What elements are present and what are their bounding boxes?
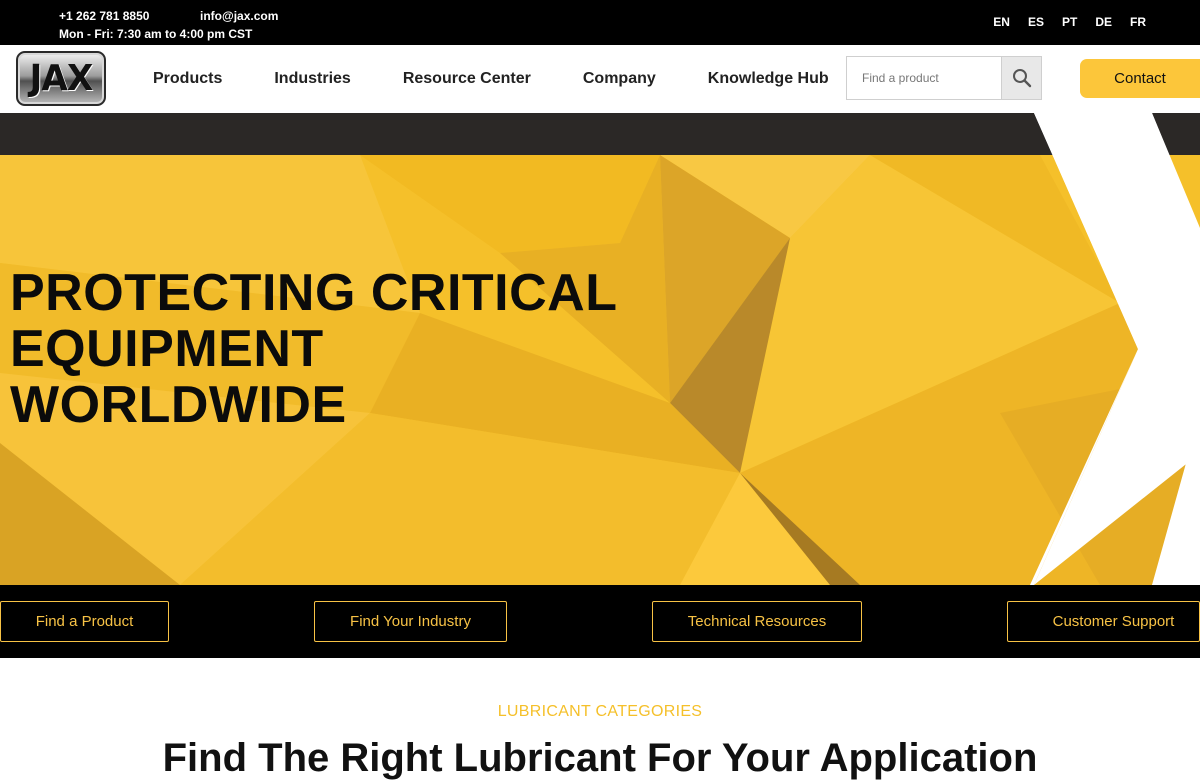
phone-number[interactable]: +1 262 781 8850 — [59, 7, 200, 25]
hero-headline: PROTECTING CRITICAL EQUIPMENT WORLDWIDE — [10, 265, 617, 433]
top-info-bar: +1 262 781 8850 info@jax.com Mon - Fri: … — [0, 0, 1200, 45]
lubricant-categories-section: LUBRICANT CATEGORIES Find The Right Lubr… — [0, 658, 1200, 780]
product-search — [846, 56, 1042, 100]
nav-knowledge-hub[interactable]: Knowledge Hub — [708, 70, 829, 88]
hero-headline-line-1: PROTECTING CRITICAL — [10, 264, 618, 322]
main-nav: Products Industries Resource Center Comp… — [153, 45, 829, 113]
lang-es[interactable]: ES — [1028, 15, 1044, 29]
customer-support-button[interactable]: Customer Support — [1007, 601, 1200, 642]
nav-products[interactable]: Products — [153, 70, 222, 88]
search-icon — [1012, 69, 1031, 88]
hero-headline-line-2: EQUIPMENT — [10, 320, 324, 378]
hero-headline-line-3: WORLDWIDE — [10, 376, 347, 434]
main-header: JAX Products Industries Resource Center … — [0, 45, 1200, 113]
email-address[interactable]: info@jax.com — [200, 7, 278, 25]
lang-de[interactable]: DE — [1095, 15, 1112, 29]
find-industry-button[interactable]: Find Your Industry — [314, 601, 507, 642]
contact-button[interactable]: Contact — [1080, 59, 1200, 98]
lang-fr[interactable]: FR — [1130, 15, 1146, 29]
quick-links-bar: Find a Product Find Your Industry Techni… — [0, 585, 1200, 658]
logo-text: JAX — [29, 58, 94, 99]
technical-resources-button[interactable]: Technical Resources — [652, 601, 862, 642]
lang-en[interactable]: EN — [993, 15, 1010, 29]
find-product-button[interactable]: Find a Product — [0, 601, 169, 642]
nav-industries[interactable]: Industries — [274, 70, 350, 88]
contact-info: +1 262 781 8850 info@jax.com Mon - Fri: … — [59, 7, 278, 43]
search-button[interactable] — [1001, 57, 1041, 99]
nav-company[interactable]: Company — [583, 70, 656, 88]
lang-pt[interactable]: PT — [1062, 15, 1077, 29]
section-eyebrow: LUBRICANT CATEGORIES — [497, 703, 703, 720]
nav-resource-center[interactable]: Resource Center — [403, 70, 531, 88]
search-input[interactable] — [847, 57, 1001, 99]
hero-banner: PROTECTING CRITICAL EQUIPMENT WORLDWIDE — [0, 113, 1200, 585]
language-switcher: EN ES PT DE FR — [993, 15, 1146, 29]
business-hours: Mon - Fri: 7:30 am to 4:00 pm CST — [59, 27, 253, 41]
jax-logo[interactable]: JAX — [16, 51, 106, 106]
section-heading: Find The Right Lubricant For Your Applic… — [162, 736, 1038, 780]
